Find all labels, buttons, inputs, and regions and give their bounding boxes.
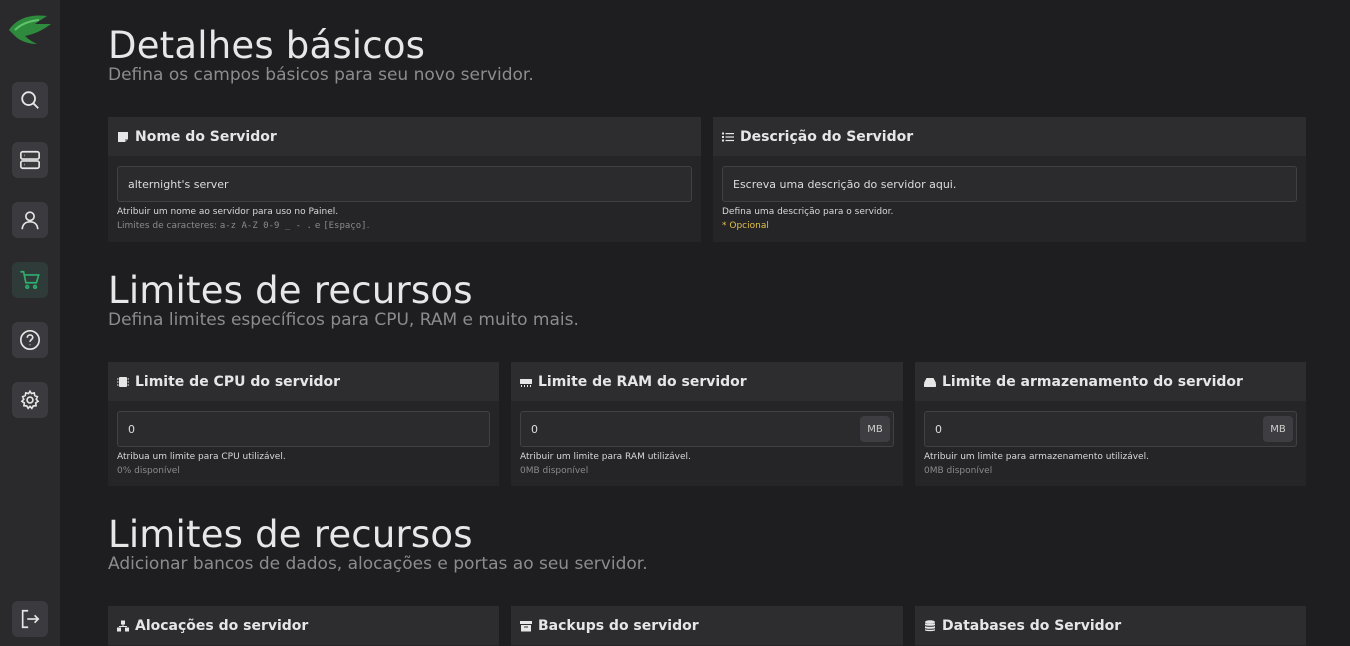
cpu-limit-card-header: Limite de CPU do servidor (108, 362, 499, 401)
list-icon (722, 132, 734, 141)
section-title-features: Limites de recursos (108, 513, 473, 556)
section-subtitle-resources: Defina limites específicos para CPU, RAM… (108, 310, 579, 330)
backups-card-header: Backups do servidor (511, 606, 903, 645)
server-name-card: Nome do Servidor alternight's server Atr… (108, 117, 701, 242)
server-description-card: Descrição do Servidor Escreva uma descri… (713, 117, 1306, 242)
user-icon (21, 211, 39, 230)
nav-logout-button[interactable] (12, 601, 48, 637)
optional-label: * Opcional (722, 221, 769, 231)
logout-icon (21, 609, 40, 629)
storage-limit-value: 0 (935, 422, 942, 436)
cpu-limit-help: Atribua um limite para CPU utilizável. (117, 452, 286, 462)
cpu-limit-card-title: Limite de CPU do servidor (135, 373, 341, 390)
logo[interactable] (7, 10, 53, 46)
char-limits-space: [Espaço] (323, 221, 367, 231)
archive-icon (520, 620, 532, 631)
cpu-limit-card: Limite de CPU do servidor 0 Atribua um l… (108, 362, 499, 486)
ram-limit-help: Atribuir um limite para RAM utilizável. (520, 452, 691, 462)
server-name-char-limits: Limites de caracteres: a-z A-Z 0-9 _ - .… (117, 221, 692, 231)
section-subtitle-basic: Defina os campos básicos para seu novo s… (108, 65, 534, 85)
storage-available: 0MB disponível (924, 466, 993, 476)
nav-help-button[interactable] (12, 322, 48, 358)
storage-limit-card: Limite de armazenamento do servidor 0 MB… (915, 362, 1306, 486)
note-icon (118, 131, 128, 142)
cpu-available: 0% disponível (117, 466, 180, 476)
ram-limit-input[interactable]: 0 MB (520, 411, 894, 447)
help-icon (20, 330, 40, 350)
server-name-card-title: Nome do Servidor (135, 128, 277, 145)
database-icon (925, 619, 935, 631)
ram-limit-card-title: Limite de RAM do servidor (538, 373, 747, 390)
cart-icon (20, 270, 40, 290)
databases-card: Databases do Servidor (915, 606, 1306, 646)
nav-account-button[interactable] (12, 202, 48, 238)
sidebar (0, 0, 60, 646)
char-limits-chars: a-z A-Z 0-9 _ - . (219, 221, 312, 231)
network-icon (117, 620, 129, 631)
backups-card-title: Backups do servidor (538, 617, 699, 634)
nav-servers-button[interactable] (12, 142, 48, 178)
section-title-basic: Detalhes básicos (108, 24, 426, 67)
storage-limit-input[interactable]: 0 MB (924, 411, 1297, 447)
backups-card: Backups do servidor (511, 606, 903, 646)
microchip-icon (117, 376, 129, 387)
databases-card-header: Databases do Servidor (915, 606, 1306, 645)
allocations-card-title: Alocações do servidor (135, 617, 309, 634)
ram-limit-card-header: Limite de RAM do servidor (511, 362, 903, 401)
servers-icon (20, 150, 40, 170)
server-name-card-header: Nome do Servidor (108, 117, 701, 156)
ram-limit-card: Limite de RAM do servidor 0 MB Atribuir … (511, 362, 903, 486)
memory-icon (520, 378, 532, 387)
allocations-card-header: Alocações do servidor (108, 606, 499, 645)
storage-limit-card-header: Limite de armazenamento do servidor (915, 362, 1306, 401)
storage-limit-help: Atribuir um limite para armazenamento ut… (924, 452, 1149, 462)
server-description-card-header: Descrição do Servidor (713, 117, 1306, 156)
server-description-help: Defina uma descrição para o servidor. (722, 207, 894, 217)
section-subtitle-features: Adicionar bancos de dados, alocações e p… (108, 554, 648, 574)
server-name-input[interactable]: alternight's server (117, 166, 692, 202)
server-description-card-title: Descrição do Servidor (740, 128, 914, 145)
allocations-card: Alocações do servidor (108, 606, 499, 646)
storage-unit-suffix: MB (1263, 416, 1293, 442)
ram-unit-suffix: MB (860, 416, 890, 442)
databases-card-title: Databases do Servidor (942, 617, 1122, 634)
server-description-input[interactable]: Escreva uma descrição do servidor aqui. (722, 166, 1297, 202)
char-limits-end: . (366, 221, 370, 231)
settings-icon (20, 389, 40, 410)
cpu-limit-input[interactable]: 0 (117, 411, 490, 447)
nav-settings-button[interactable] (12, 382, 48, 418)
storage-limit-card-title: Limite de armazenamento do servidor (942, 373, 1243, 390)
hard-drive-icon (924, 377, 936, 387)
ram-available: 0MB disponível (520, 466, 589, 476)
ram-limit-value: 0 (531, 422, 538, 436)
char-limits-and: e (311, 221, 324, 231)
section-title-resources: Limites de recursos (108, 269, 473, 312)
search-icon (21, 91, 39, 109)
nav-search-button[interactable] (12, 82, 48, 118)
char-limits-prefix: Limites de caracteres: (117, 221, 220, 231)
nav-store-button[interactable] (12, 262, 48, 298)
server-name-help: Atribuir um nome ao servidor para uso no… (117, 207, 339, 217)
